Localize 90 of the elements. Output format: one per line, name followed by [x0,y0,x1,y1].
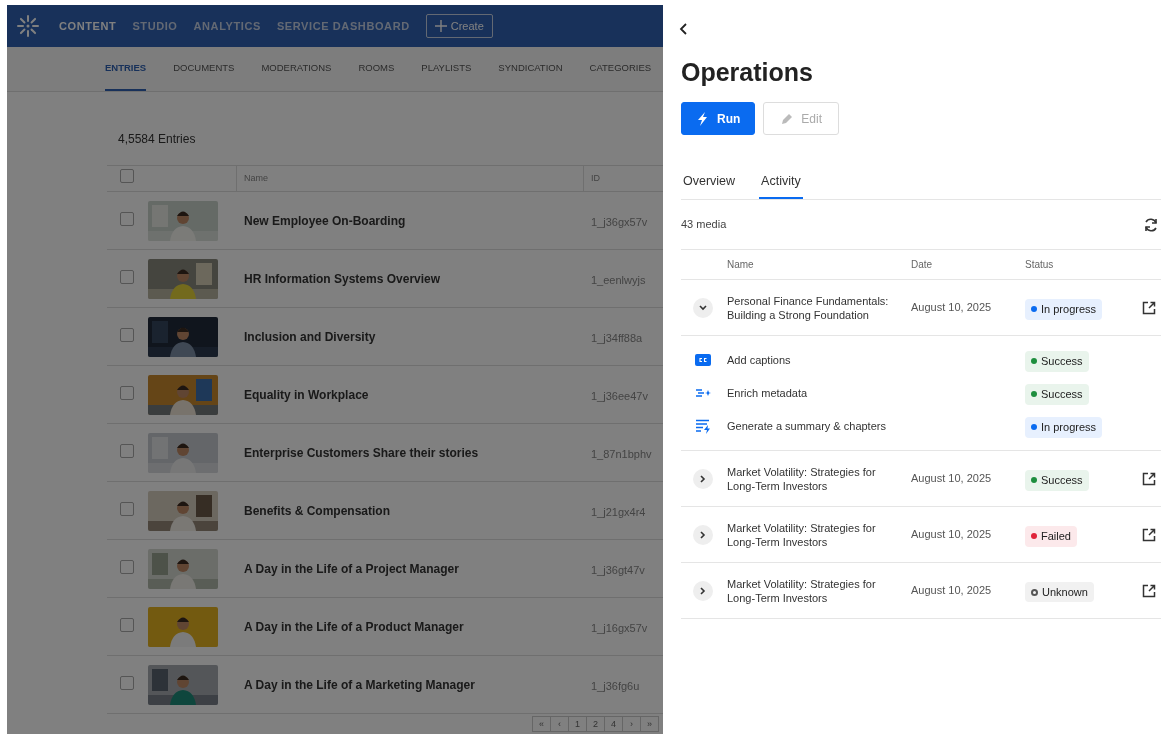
plus-icon [434,20,447,32]
media-date: August 10, 2025 [911,301,992,314]
lines-bolt-icon [695,418,711,434]
media-title[interactable]: Market Volatility: Strategies for Long-Term Investors [727,520,899,549]
chevron-right-icon [700,586,706,595]
status-badge: Unknown [1025,581,1094,603]
entry-id: 1_j36fg6u [591,679,640,692]
create-button[interactable]: Create [425,13,493,39]
entry-id: 1_87n1bphv [591,447,652,460]
expand-button[interactable] [693,297,713,318]
captions-icon [695,354,711,367]
status-badge: In progress [1025,299,1103,320]
media-count: 43 media [681,217,727,233]
tab[interactable]: Activity [759,165,803,199]
media-date: August 10, 2025 [911,584,992,597]
tab[interactable]: SYNDICATION [498,47,563,91]
refresh-icon[interactable] [1143,216,1159,233]
nav-link[interactable]: CONTENT [59,17,117,35]
tab[interactable]: ROOMS [358,47,395,91]
back-button[interactable] [679,22,689,36]
entry-id: 1_j16gx57v [591,621,648,634]
row-checkbox[interactable] [120,675,134,690]
chevron-right-icon [700,530,706,539]
panel-title: Operations [681,57,814,88]
media-date: August 10, 2025 [911,472,992,485]
task-name: Add captions [727,353,791,366]
entry-title[interactable]: Inclusion and Diversity [244,329,376,344]
entry-id: 1_j36ee47v [591,389,648,402]
entry-id: 1_j34ff88a [591,331,643,344]
tab[interactable]: ENTRIES [105,47,147,91]
row-checkbox[interactable] [120,211,134,226]
expand-button[interactable] [693,468,713,489]
task-name: Generate a summary & chapters [727,419,886,432]
tab[interactable]: MODERATIONS [261,47,332,91]
select-all-checkbox[interactable] [120,169,134,184]
entry-id: 1_j21gx4r4 [591,505,646,518]
entry-id: 1_j36gx57v [591,215,648,228]
column-header: Date [911,259,933,270]
row-checkbox[interactable] [120,443,134,458]
column-header: Status [1025,259,1054,270]
entry-title[interactable]: Benefits & Compensation [244,503,390,518]
external-link-icon[interactable] [1142,527,1156,542]
status-badge: In progress [1025,417,1103,438]
status-badge: Success [1025,384,1089,405]
row-checkbox[interactable] [120,501,134,516]
expand-button[interactable] [693,524,713,545]
status-badge: Failed [1025,526,1077,547]
status-badge: Success [1025,351,1089,372]
expand-button[interactable] [693,580,713,601]
task-name: Enrich metadata [727,386,808,399]
chevron-down-icon [699,304,707,311]
media-title[interactable]: Market Volatility: Strategies for Long-Term Investors [727,576,899,605]
row-checkbox[interactable] [120,385,134,400]
starburst-icon [17,15,39,37]
entry-title[interactable]: A Day in the Life of a Product Manager [244,619,464,634]
entry-title[interactable]: HR Information Systems Overview [244,271,441,286]
sparkle-lines-icon [695,387,711,400]
row-checkbox[interactable] [120,269,134,284]
external-link-icon[interactable] [1142,583,1156,598]
tab[interactable]: PLAYLISTS [421,47,472,91]
status-badge: Success [1025,470,1089,491]
row-checkbox[interactable] [120,327,134,342]
tab[interactable]: Overview [681,165,738,199]
tab[interactable]: CATEGORIES [589,47,652,91]
media-date: August 10, 2025 [911,528,992,541]
entry-title[interactable]: New Employee On-Boarding [244,213,406,228]
bolt-icon [696,111,709,126]
entry-id: 1_j36gt47v [591,563,645,576]
pencil-icon [780,111,794,126]
entry-title[interactable]: A Day in the Life of a Project Manager [244,561,459,576]
media-title[interactable]: Personal Finance Fundamentals: Building a Strong Foundation [727,293,899,322]
row-checkbox[interactable] [120,559,134,574]
tab[interactable]: DOCUMENTS [173,47,235,91]
external-link-icon[interactable] [1142,300,1156,315]
pagination-button[interactable]: » [640,716,659,732]
media-title[interactable]: Market Volatility: Strategies for Long-Term Investors [727,464,899,493]
entry-id: 1_eenlwyjs [591,273,646,286]
external-link-icon[interactable] [1142,471,1156,486]
nav-link[interactable]: ANALYTICS [193,17,261,35]
entry-title[interactable]: A Day in the Life of a Marketing Manager [244,677,475,692]
nav-link[interactable]: SERVICE DASHBOARD [276,17,410,35]
chevron-right-icon [700,474,706,483]
entry-title[interactable]: Enterprise Customers Share their stories [244,445,479,460]
nav-link[interactable]: STUDIO [132,17,178,35]
entries-count: 4,5584 Entries [118,132,196,146]
column-header: Name [244,171,268,185]
column-header: Name [727,258,754,270]
run-button[interactable]: Run [681,102,756,135]
entry-title[interactable]: Equality in Workplace [244,387,369,402]
row-checkbox[interactable] [120,617,134,632]
